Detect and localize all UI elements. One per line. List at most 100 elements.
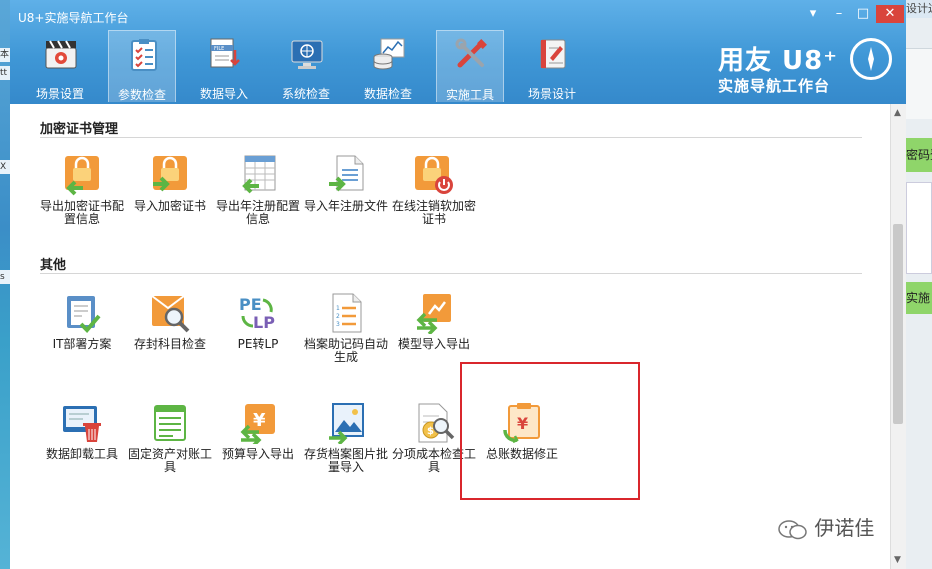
tool-label: 存封科目检查	[133, 337, 206, 351]
svg-text:FILE: FILE	[214, 46, 224, 52]
section-title-other: 其他	[40, 258, 67, 273]
inventory-image-icon	[329, 403, 364, 444]
export-certificate-icon	[65, 156, 99, 196]
section-divider	[40, 137, 862, 138]
svg-text:2: 2	[336, 313, 340, 320]
brand-line-1: 用友 U8⁺	[718, 46, 838, 76]
scroll-thumb[interactable]	[893, 224, 903, 424]
tab-implementation-tools[interactable]: 实施工具	[436, 30, 504, 102]
svg-text:PE: PE	[239, 295, 262, 314]
desktop-fragment: 本	[0, 48, 10, 62]
watermark: 伊诺佳	[778, 512, 874, 541]
tab-scene-design[interactable]: 场景设计	[518, 30, 586, 102]
desktop-fragment: tt	[0, 66, 10, 80]
tool-fixed-asset[interactable]: 固定资产对账工具	[128, 402, 212, 474]
model-import-export-icon	[416, 294, 451, 334]
desktop-text-2[interactable]: 密码登	[906, 138, 932, 172]
tab-data-check[interactable]: 数据检查	[354, 30, 422, 102]
tool-label: 预算导入导出	[221, 447, 294, 461]
tool-label: 导出年注册配置信息	[216, 199, 301, 226]
tool-label: 模型导入导出	[397, 337, 470, 351]
desktop-panel	[906, 182, 932, 274]
mnemonic-code-icon: 1 2 3	[332, 293, 362, 333]
tool-label: 在线注销软加密证书	[392, 199, 477, 226]
tab-label: 实施工具	[445, 88, 494, 102]
checklist-icon	[131, 39, 157, 71]
desktop-text-1: 设计达助工具	[906, 0, 932, 18]
tools-icon	[455, 38, 487, 68]
desktop-right-edge: 设计达助工具 密码登 实施	[906, 0, 932, 569]
tool-revoke-certificate[interactable]: 在线注销软加密证书	[392, 154, 476, 226]
tab-label: 场景设置	[35, 87, 84, 101]
tool-import-certificate[interactable]: 导入加密证书	[128, 154, 212, 213]
watermark-text: 伊诺佳	[814, 516, 875, 540]
tool-label: 固定资产对账工具	[128, 447, 213, 474]
tool-mnemonic-code[interactable]: 1 2 3 档案助记码自动生成	[304, 292, 388, 364]
cost-check-icon: $	[418, 403, 455, 443]
section-title-certificates: 加密证书管理	[40, 122, 119, 137]
svg-text:3: 3	[336, 321, 340, 328]
tab-label: 数据导入	[199, 87, 248, 101]
budget-icon: ¥	[240, 404, 275, 444]
tab-scene-settings[interactable]: 场景设置	[26, 30, 94, 102]
database-chart-icon	[373, 38, 405, 70]
compass-icon	[850, 38, 892, 80]
menu-dropdown-icon[interactable]: ▾	[802, 5, 824, 23]
title-bar: U8+实施导航工作台 ▾ – □ ✕ 场景设置 参数检查 FILE 数据导入 系…	[10, 0, 906, 104]
import-registration-file-icon	[329, 155, 364, 192]
tool-data-unload[interactable]: 数据卸载工具	[40, 402, 124, 461]
tool-pe-to-lp[interactable]: PE LP PE转LP	[216, 292, 300, 351]
desktop-text-3[interactable]: 实施	[906, 282, 932, 314]
tool-budget[interactable]: ¥ 预算导入导出	[216, 402, 300, 461]
minimize-button[interactable]: –	[828, 5, 850, 23]
file-import-icon: FILE	[210, 38, 240, 68]
tool-label: 档案助记码自动生成	[304, 337, 389, 364]
tool-label: 导入加密证书	[133, 199, 206, 213]
tab-label: 场景设计	[527, 87, 576, 101]
tool-export-certificate[interactable]: 导出加密证书配置信息	[40, 154, 124, 226]
vertical-scrollbar[interactable]: ▲ ▼	[890, 104, 906, 569]
tool-label: 存货档案图片批量导入	[304, 447, 389, 474]
tool-label: 导出加密证书配置信息	[40, 199, 125, 226]
close-button[interactable]: ✕	[876, 5, 904, 23]
desktop-left-edge: 本 tt X s	[0, 0, 10, 569]
fixed-asset-icon	[154, 405, 186, 441]
tool-label: 数据卸载工具	[45, 447, 118, 461]
tab-label: 数据检查	[363, 87, 412, 101]
tool-import-registration-file[interactable]: 导入年注册文件	[304, 154, 388, 213]
tool-inventory-image[interactable]: 存货档案图片批量导入	[304, 402, 388, 474]
desktop-fragment: s	[0, 270, 10, 284]
tool-account-check[interactable]: 存封科目检查	[128, 292, 212, 351]
tool-label: IT部署方案	[52, 337, 112, 351]
tool-it-deploy[interactable]: IT部署方案	[40, 292, 124, 351]
svg-text:1: 1	[336, 305, 340, 312]
tab-data-import[interactable]: FILE 数据导入	[190, 30, 258, 102]
wechat-icon	[778, 519, 807, 539]
tool-label: 导入年注册文件	[304, 199, 389, 213]
export-registration-icon	[242, 155, 276, 194]
window-title: U8+实施导航工作台	[18, 11, 129, 25]
design-book-icon	[540, 39, 566, 69]
scroll-down-icon[interactable]: ▼	[894, 555, 901, 565]
tab-system-check[interactable]: 系统检查	[272, 30, 340, 102]
desktop-fragment: X	[0, 160, 10, 174]
tab-label: 参数检查	[117, 88, 166, 102]
brand-logo: 用友 U8⁺ 实施导航工作台	[718, 38, 892, 96]
tab-parameter-check[interactable]: 参数检查	[108, 30, 176, 102]
scroll-up-icon[interactable]: ▲	[894, 108, 901, 118]
section-divider	[40, 273, 862, 274]
tool-model-import-export[interactable]: 模型导入导出	[392, 292, 476, 351]
data-unload-icon	[63, 406, 101, 442]
tool-export-registration[interactable]: 导出年注册配置信息	[216, 154, 300, 226]
desktop-panel	[906, 48, 932, 119]
content-panel: 加密证书管理 导出加密证书配置信息 导入加密证书 导出年注册配置信息 导入年注册…	[10, 104, 890, 569]
pe-to-lp-icon: PE LP	[239, 295, 275, 332]
app-window: U8+实施导航工作台 ▾ – □ ✕ 场景设置 参数检查 FILE 数据导入 系…	[10, 0, 906, 569]
it-deploy-icon	[67, 296, 101, 333]
tab-label: 系统检查	[281, 87, 330, 101]
highlight-box	[460, 362, 640, 500]
maximize-button[interactable]: □	[852, 5, 874, 23]
svg-text:¥: ¥	[253, 410, 266, 431]
revoke-certificate-icon	[415, 156, 453, 194]
import-certificate-icon	[153, 156, 187, 192]
